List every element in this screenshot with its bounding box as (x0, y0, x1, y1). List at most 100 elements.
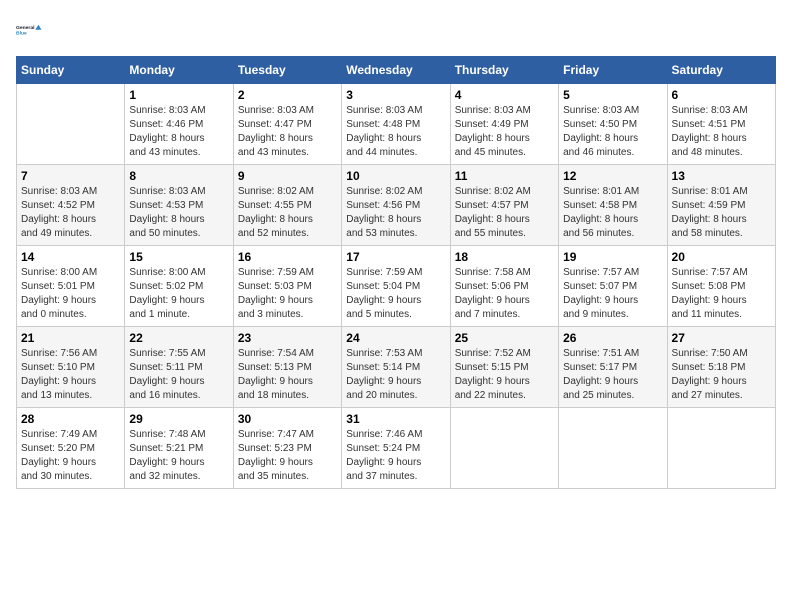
day-info: Sunrise: 8:02 AM Sunset: 4:57 PM Dayligh… (455, 185, 554, 241)
header-cell-thursday: Thursday (450, 57, 558, 84)
day-number: 23 (238, 331, 337, 345)
day-info: Sunrise: 7:47 AM Sunset: 5:23 PM Dayligh… (238, 428, 337, 484)
day-number: 27 (672, 331, 771, 345)
day-info: Sunrise: 7:51 AM Sunset: 5:17 PM Dayligh… (563, 347, 662, 403)
day-number: 1 (129, 88, 228, 102)
day-info: Sunrise: 8:03 AM Sunset: 4:53 PM Dayligh… (129, 185, 228, 241)
header-cell-sunday: Sunday (17, 57, 125, 84)
day-info: Sunrise: 8:03 AM Sunset: 4:51 PM Dayligh… (672, 104, 771, 160)
day-cell: 2 Sunrise: 8:03 AM Sunset: 4:47 PM Daylig… (233, 84, 341, 165)
day-cell: 3Sunrise: 8:03 AM Sunset: 4:48 PM Daylig… (342, 84, 450, 165)
logo: GeneralBlue (16, 16, 44, 44)
day-cell: 28Sunrise: 7:49 AM Sunset: 5:20 PM Dayli… (17, 408, 125, 489)
day-info: Sunrise: 8:03 AM Sunset: 4:52 PM Dayligh… (21, 185, 120, 241)
day-cell: 27 Sunrise: 7:50 AM Sunset: 5:18 PM Dayli… (667, 327, 775, 408)
day-info: Sunrise: 8:03 AM Sunset: 4:50 PM Dayligh… (563, 104, 662, 160)
day-cell: 15 Sunrise: 8:00 AM Sunset: 5:02 PM Dayli… (125, 246, 233, 327)
header-cell-monday: Monday (125, 57, 233, 84)
day-info: Sunrise: 7:59 AM Sunset: 5:04 PM Dayligh… (346, 266, 445, 322)
day-cell: 24 Sunrise: 7:53 AM Sunset: 5:14 PM Dayli… (342, 327, 450, 408)
day-info: Sunrise: 7:59 AM Sunset: 5:03 PM Dayligh… (238, 266, 337, 322)
week-row-4: 21 Sunrise: 7:56 AM Sunset: 5:10 PM Dayli… (17, 327, 776, 408)
day-cell: 12Sunrise: 8:01 AM Sunset: 4:58 PM Dayli… (559, 165, 667, 246)
day-number: 11 (455, 169, 554, 183)
day-cell: 21 Sunrise: 7:56 AM Sunset: 5:10 PM Dayli… (17, 327, 125, 408)
day-cell: 19Sunrise: 7:57 AM Sunset: 5:07 PM Dayli… (559, 246, 667, 327)
day-cell: 11 Sunrise: 8:02 AM Sunset: 4:57 PM Dayli… (450, 165, 558, 246)
calendar-table: SundayMondayTuesdayWednesdayThursdayFrid… (16, 56, 776, 489)
day-info: Sunrise: 8:02 AM Sunset: 4:55 PM Dayligh… (238, 185, 337, 241)
day-number: 2 (238, 88, 337, 102)
day-number: 21 (21, 331, 120, 345)
week-row-3: 14Sunrise: 8:00 AM Sunset: 5:01 PM Dayli… (17, 246, 776, 327)
day-cell: 20Sunrise: 7:57 AM Sunset: 5:08 PM Dayli… (667, 246, 775, 327)
svg-text:Blue: Blue (16, 31, 27, 37)
header-cell-wednesday: Wednesday (342, 57, 450, 84)
day-cell (17, 84, 125, 165)
day-number: 4 (455, 88, 554, 102)
header-cell-tuesday: Tuesday (233, 57, 341, 84)
day-info: Sunrise: 8:01 AM Sunset: 4:59 PM Dayligh… (672, 185, 771, 241)
day-cell: 6 Sunrise: 8:03 AM Sunset: 4:51 PM Daylig… (667, 84, 775, 165)
day-info: Sunrise: 8:03 AM Sunset: 4:46 PM Dayligh… (129, 104, 228, 160)
day-number: 31 (346, 412, 445, 426)
day-cell: 31 Sunrise: 7:46 AM Sunset: 5:24 PM Dayli… (342, 408, 450, 489)
day-number: 25 (455, 331, 554, 345)
day-number: 29 (129, 412, 228, 426)
day-cell: 8 Sunrise: 8:03 AM Sunset: 4:53 PM Daylig… (125, 165, 233, 246)
day-info: Sunrise: 7:55 AM Sunset: 5:11 PM Dayligh… (129, 347, 228, 403)
day-info: Sunrise: 7:53 AM Sunset: 5:14 PM Dayligh… (346, 347, 445, 403)
day-number: 5 (563, 88, 662, 102)
day-number: 8 (129, 169, 228, 183)
day-number: 14 (21, 250, 120, 264)
day-number: 24 (346, 331, 445, 345)
day-number: 15 (129, 250, 228, 264)
day-cell: 30 Sunrise: 7:47 AM Sunset: 5:23 PM Dayli… (233, 408, 341, 489)
day-number: 19 (563, 250, 662, 264)
header-cell-saturday: Saturday (667, 57, 775, 84)
day-cell: 9 Sunrise: 8:02 AM Sunset: 4:55 PM Daylig… (233, 165, 341, 246)
day-info: Sunrise: 8:02 AM Sunset: 4:56 PM Dayligh… (346, 185, 445, 241)
day-cell: 17 Sunrise: 7:59 AM Sunset: 5:04 PM Dayli… (342, 246, 450, 327)
day-info: Sunrise: 7:56 AM Sunset: 5:10 PM Dayligh… (21, 347, 120, 403)
week-row-1: 1 Sunrise: 8:03 AM Sunset: 4:46 PM Daylig… (17, 84, 776, 165)
day-cell: 13 Sunrise: 8:01 AM Sunset: 4:59 PM Dayli… (667, 165, 775, 246)
day-info: Sunrise: 7:48 AM Sunset: 5:21 PM Dayligh… (129, 428, 228, 484)
header-row: SundayMondayTuesdayWednesdayThursdayFrid… (17, 57, 776, 84)
day-cell: 25 Sunrise: 7:52 AM Sunset: 5:15 PM Dayli… (450, 327, 558, 408)
day-cell: 23Sunrise: 7:54 AM Sunset: 5:13 PM Dayli… (233, 327, 341, 408)
day-cell (559, 408, 667, 489)
day-info: Sunrise: 7:46 AM Sunset: 5:24 PM Dayligh… (346, 428, 445, 484)
day-cell: 7Sunrise: 8:03 AM Sunset: 4:52 PM Daylig… (17, 165, 125, 246)
day-number: 20 (672, 250, 771, 264)
day-number: 6 (672, 88, 771, 102)
day-cell: 1 Sunrise: 8:03 AM Sunset: 4:46 PM Daylig… (125, 84, 233, 165)
day-cell: 16 Sunrise: 7:59 AM Sunset: 5:03 PM Dayli… (233, 246, 341, 327)
svg-text:General: General (16, 25, 35, 31)
day-info: Sunrise: 7:52 AM Sunset: 5:15 PM Dayligh… (455, 347, 554, 403)
day-cell (667, 408, 775, 489)
day-number: 22 (129, 331, 228, 345)
day-info: Sunrise: 8:03 AM Sunset: 4:49 PM Dayligh… (455, 104, 554, 160)
day-number: 30 (238, 412, 337, 426)
day-number: 26 (563, 331, 662, 345)
day-number: 16 (238, 250, 337, 264)
day-info: Sunrise: 7:58 AM Sunset: 5:06 PM Dayligh… (455, 266, 554, 322)
day-cell: 10 Sunrise: 8:02 AM Sunset: 4:56 PM Dayli… (342, 165, 450, 246)
day-number: 28 (21, 412, 120, 426)
day-info: Sunrise: 8:03 AM Sunset: 4:47 PM Dayligh… (238, 104, 337, 160)
week-row-2: 7Sunrise: 8:03 AM Sunset: 4:52 PM Daylig… (17, 165, 776, 246)
day-cell: 18 Sunrise: 7:58 AM Sunset: 5:06 PM Dayli… (450, 246, 558, 327)
header-cell-friday: Friday (559, 57, 667, 84)
day-number: 17 (346, 250, 445, 264)
day-number: 9 (238, 169, 337, 183)
day-info: Sunrise: 8:03 AM Sunset: 4:48 PM Dayligh… (346, 104, 445, 160)
day-info: Sunrise: 8:00 AM Sunset: 5:02 PM Dayligh… (129, 266, 228, 322)
day-cell: 4 Sunrise: 8:03 AM Sunset: 4:49 PM Daylig… (450, 84, 558, 165)
day-number: 10 (346, 169, 445, 183)
day-number: 13 (672, 169, 771, 183)
day-info: Sunrise: 7:50 AM Sunset: 5:18 PM Dayligh… (672, 347, 771, 403)
day-number: 18 (455, 250, 554, 264)
day-cell: 5 Sunrise: 8:03 AM Sunset: 4:50 PM Daylig… (559, 84, 667, 165)
day-number: 12 (563, 169, 662, 183)
